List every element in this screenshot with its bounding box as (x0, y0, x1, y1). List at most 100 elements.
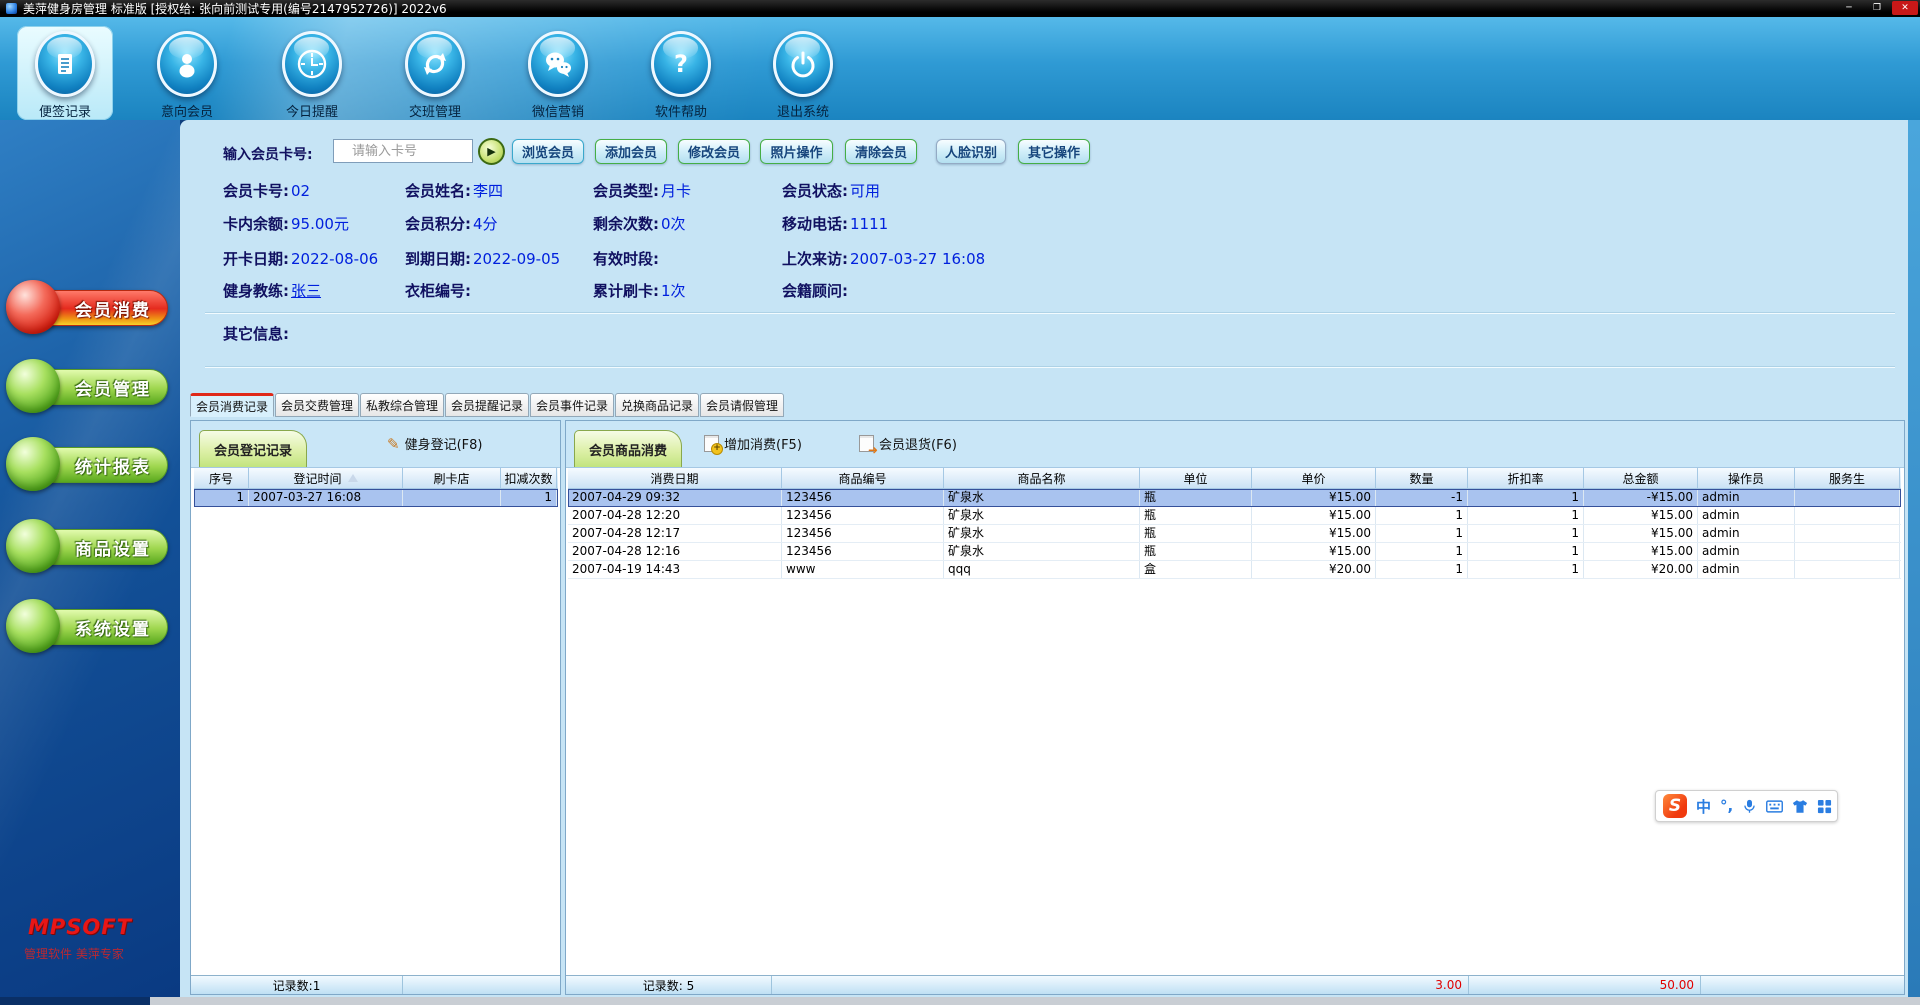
tab-payment-manage[interactable]: 会员交费管理 (275, 393, 359, 417)
maximize-button[interactable]: ❐ (1864, 1, 1890, 15)
sidebar-item-member-manage[interactable]: 会员管理 (6, 359, 174, 415)
column-header[interactable]: 商品编号 (782, 468, 944, 488)
search-go-button[interactable]: ▶ (478, 138, 505, 165)
skin-shirt-icon[interactable] (1792, 799, 1808, 814)
column-header[interactable]: 操作员 (1698, 468, 1795, 488)
toolbar-item-exit[interactable]: 退出系统 (755, 26, 851, 120)
tab-private-coach[interactable]: 私教综合管理 (360, 393, 444, 417)
column-header[interactable]: 序号 (194, 468, 249, 488)
card-number-input[interactable] (333, 139, 473, 163)
ime-mode-chinese[interactable]: 中 (1696, 796, 1711, 817)
consume-table: 消费日期 商品编号 商品名称 单位 单价 数量 折扣率 总金额 操作员 服务生 … (568, 467, 1901, 579)
sidebar-item-system-settings[interactable]: 系统设置 (6, 599, 174, 655)
remove-member-button[interactable]: 清除会员 (845, 139, 917, 164)
add-consume-button[interactable]: + 增加消费(F5) (704, 434, 802, 455)
tab-consume-records[interactable]: 会员消费记录 (190, 393, 274, 417)
photo-actions-button[interactable]: 照片操作 (760, 139, 833, 164)
column-header[interactable]: 总金额 (1584, 468, 1698, 488)
minimize-button[interactable]: ─ (1836, 1, 1862, 15)
toolbox-grid-icon[interactable] (1817, 799, 1832, 814)
clock-icon (282, 31, 342, 97)
table-row[interactable]: 2007-04-19 14:43 www qqq 盒 ¥20.00 1 1 ¥20.00 adm… (568, 561, 1901, 579)
note-icon (35, 31, 95, 97)
member-refund-button[interactable]: ➜ 会员退货(F6) (859, 434, 957, 456)
sidebar-item-reports[interactable]: 统计报表 (6, 437, 174, 493)
sogou-logo-icon[interactable]: S (1663, 794, 1687, 818)
table-cell (1795, 543, 1900, 560)
column-header[interactable]: 商品名称 (944, 468, 1140, 488)
column-header[interactable]: 登记时间 (249, 468, 403, 488)
tab-exchange-records[interactable]: 兑换商品记录 (615, 393, 699, 417)
window-right-border (1908, 120, 1920, 997)
table-cell (1795, 489, 1900, 506)
toolbar-item-label: 便签记录 (38, 105, 91, 120)
member-icon (157, 31, 217, 97)
sort-asc-icon (347, 474, 358, 482)
table-cell: ¥15.00 (1584, 507, 1698, 524)
coach-link[interactable]: 张三 (291, 282, 321, 300)
field-valid-period: 有效时段: (593, 250, 659, 268)
browse-member-button[interactable]: 浏览会员 (512, 139, 584, 164)
table-row[interactable]: 2007-04-28 12:16 123456 矿泉水瓶 ¥15.00 1 1 ¥15.00… (568, 543, 1901, 561)
toolbar-item-prospects[interactable]: 意向会员 (139, 26, 235, 120)
ime-punctuation-icon[interactable]: °, (1720, 797, 1733, 815)
table-cell: 1 (1376, 543, 1468, 560)
main-area: 输入会员卡号: ▶ 浏览会员 添加会员 修改会员 照片操作 清除会员 人脸识别 … (180, 120, 1908, 997)
window-bottom-left-border (0, 997, 150, 1005)
table-cell: 瓶 (1140, 525, 1252, 542)
column-header[interactable]: 单位 (1140, 468, 1252, 488)
tab-reminder-records[interactable]: 会员提醒记录 (445, 393, 529, 417)
goods-consume-tab[interactable]: 会员商品消费 (574, 430, 683, 467)
power-icon (773, 31, 833, 97)
toolbar-item-notes[interactable]: 便签记录 (17, 26, 113, 120)
column-header[interactable]: 数量 (1376, 468, 1468, 488)
table-cell: 1 (1468, 507, 1584, 524)
toolbar-item-shift[interactable]: 交班管理 (387, 26, 483, 120)
toolbar-item-reminders[interactable]: 今日提醒 (264, 26, 360, 120)
column-header[interactable]: 折扣率 (1468, 468, 1584, 488)
table-cell: ¥15.00 (1252, 507, 1376, 524)
sidebar-item-goods-settings[interactable]: 商品设置 (6, 519, 174, 575)
toolbar-item-wechat[interactable]: 微信营销 (510, 26, 606, 120)
sidebar-item-member-consume[interactable]: 会员消费 (6, 280, 174, 336)
table-cell: ¥15.00 (1252, 525, 1376, 542)
virtual-keyboard-icon[interactable] (1766, 799, 1784, 813)
table-cell: ¥15.00 (1252, 489, 1376, 506)
field-total-swipes: 累计刷卡: 1次 (593, 282, 686, 300)
sphere-icon (6, 359, 60, 413)
add-member-button[interactable]: 添加会员 (595, 139, 667, 164)
checkin-panel-header: 会员登记记录 ✎ 健身登记(F8) (191, 421, 560, 468)
table-row[interactable]: 2007-04-28 12:20 123456 矿泉水瓶 ¥15.00 1 1 ¥15.00… (568, 507, 1901, 525)
tab-leave-manage[interactable]: 会员请假管理 (700, 393, 784, 417)
table-cell: www (782, 561, 944, 578)
table-cell: 矿泉水 (944, 489, 1140, 506)
table-row[interactable]: 1 2007-03-27 16:08 1 (194, 489, 558, 507)
toolbar-item-help[interactable]: ? 软件帮助 (633, 26, 729, 120)
other-actions-button[interactable]: 其它操作 (1018, 139, 1090, 164)
field-member-status: 会员状态: 可用 (782, 182, 881, 200)
column-header[interactable]: 扣减次数 (501, 468, 557, 488)
column-header[interactable]: 刷卡店 (403, 468, 501, 488)
total-amount: 50.00 (1469, 976, 1701, 994)
close-button[interactable]: ✕ (1892, 1, 1918, 15)
column-header[interactable]: 服务生 (1795, 468, 1900, 488)
app-window: 美萍健身房管理 标准版 [授权给: 张向前测试专用(编号2147952726)]… (0, 0, 1920, 1005)
field-member-type: 会员类型: 月卡 (593, 182, 692, 200)
checkin-tab[interactable]: 会员登记记录 (199, 430, 308, 467)
table-cell: 1 (1376, 525, 1468, 542)
table-cell: 1 (1376, 561, 1468, 578)
fitness-checkin-button[interactable]: ✎ 健身登记(F8) (387, 434, 482, 454)
toolbar-item-label: 退出系统 (776, 105, 829, 120)
tab-event-records[interactable]: 会员事件记录 (530, 393, 614, 417)
column-header[interactable]: 消费日期 (568, 468, 782, 488)
column-header[interactable]: 单价 (1252, 468, 1376, 488)
table-row[interactable]: 2007-04-29 09:32 123456 矿泉水瓶 ¥15.00 -1 1 -¥15.… (568, 489, 1901, 507)
microphone-icon[interactable] (1742, 798, 1757, 815)
edit-member-button[interactable]: 修改会员 (678, 139, 750, 164)
table-row[interactable]: 2007-04-28 12:17 123456 矿泉水瓶 ¥15.00 1 1 ¥15.00… (568, 525, 1901, 543)
table-cell: 1 (194, 489, 249, 506)
face-recognition-button[interactable]: 人脸识别 (936, 139, 1006, 164)
field-locker-number: 衣柜编号: (405, 282, 471, 300)
vendor-slogan: 管理软件 美萍专家 (24, 947, 124, 961)
vendor-logo: MPSOFT (28, 915, 132, 939)
